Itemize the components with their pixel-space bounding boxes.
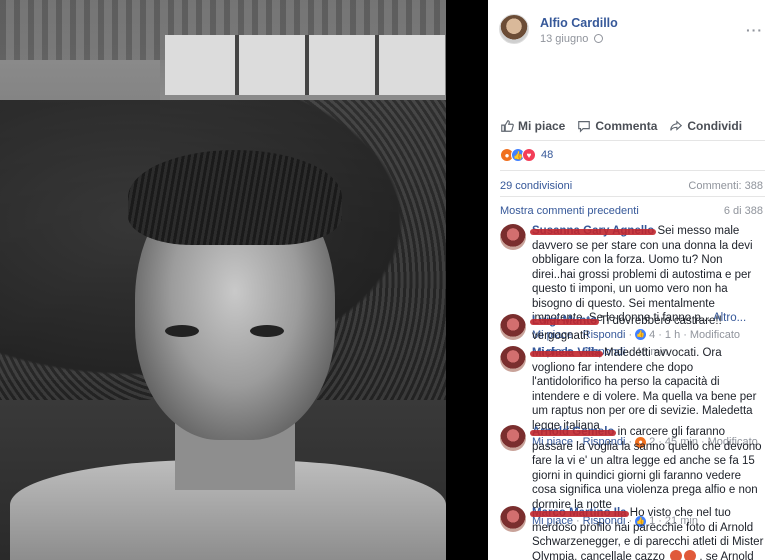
like-button-label: Mi piace — [518, 119, 566, 133]
redaction-scribble — [530, 511, 629, 517]
like-button[interactable]: Mi piace — [500, 115, 565, 137]
thumbs-up-icon — [501, 120, 514, 132]
post-date-text[interactable]: 13 giugno — [540, 33, 588, 45]
post-photo[interactable] — [0, 0, 446, 560]
post-date: 13 giugno — [540, 33, 604, 45]
divider — [500, 140, 765, 141]
more-icon[interactable]: ··· — [746, 22, 763, 38]
angry-emoji-icon — [670, 549, 683, 560]
comment-text-tail: , se Arnold — [699, 550, 754, 560]
commenter-avatar[interactable] — [500, 224, 526, 250]
commenter-name[interactable]: Arnold Gemelo — [530, 426, 617, 438]
love-reaction-icon: ♥ — [522, 148, 536, 162]
photo-eye-left — [165, 325, 199, 337]
commenter-avatar[interactable] — [500, 346, 526, 372]
photo-viewer — [0, 0, 488, 560]
angry-emoji-icon — [684, 549, 697, 560]
commenter-avatar[interactable] — [500, 314, 526, 340]
show-previous-comments-link[interactable]: Mostra commenti precedenti — [500, 205, 639, 217]
comments-page-indicator: 6 di 388 — [723, 205, 763, 217]
comment-button-label: Commenta — [595, 119, 658, 133]
commenter-avatar[interactable] — [500, 506, 526, 532]
author-avatar[interactable] — [499, 14, 529, 44]
share-button-label: Condividi — [687, 119, 743, 133]
photo-window — [165, 35, 445, 95]
comment-button[interactable]: Commenta — [577, 115, 657, 137]
comment-icon — [578, 121, 591, 133]
post-actions: Mi piace Commenta Condividi — [488, 115, 777, 137]
comment-body: Marco Martino Ila Ho visto che nel tuo m… — [530, 506, 765, 560]
photo-hair — [128, 150, 342, 245]
redaction-scribble — [530, 319, 600, 325]
post-panel: Alfio Cardillo 13 giugno ··· Mi piace Co… — [488, 0, 777, 560]
share-icon — [670, 120, 683, 131]
divider — [500, 170, 765, 171]
comment-text: Sei messo male davvero se per stare con … — [532, 225, 753, 324]
comment-text: in carcere gli faranno passare la voglia… — [532, 426, 762, 511]
commenter-avatar[interactable] — [500, 425, 526, 451]
commenter-name[interactable]: Michela Villa — [530, 347, 603, 359]
author-name[interactable]: Alfio Cardillo — [540, 16, 618, 30]
commenter-name[interactable]: Luigi Munto — [530, 315, 600, 327]
share-button[interactable]: Condividi — [669, 115, 742, 137]
redaction-scribble — [530, 351, 603, 357]
commenter-name[interactable]: Susanna Gary Agnello — [530, 225, 657, 237]
globe-icon — [594, 34, 604, 43]
reactions-summary[interactable]: ● 👍 ♥ 48 — [500, 148, 553, 162]
comments-count: Commenti: 388 — [688, 180, 763, 192]
commenter-name[interactable]: Marco Martino Ila — [530, 507, 629, 519]
post-header: Alfio Cardillo 13 giugno ··· — [488, 0, 777, 100]
redaction-scribble — [530, 430, 617, 436]
redaction-scribble — [530, 229, 657, 235]
reactions-count[interactable]: 48 — [541, 149, 553, 161]
comment-text: Maledetti avvocati. Ora vogliono far int… — [532, 347, 757, 432]
shares-count[interactable]: 29 condivisioni — [500, 180, 572, 192]
divider — [500, 196, 765, 197]
photo-eye-right — [250, 325, 284, 337]
